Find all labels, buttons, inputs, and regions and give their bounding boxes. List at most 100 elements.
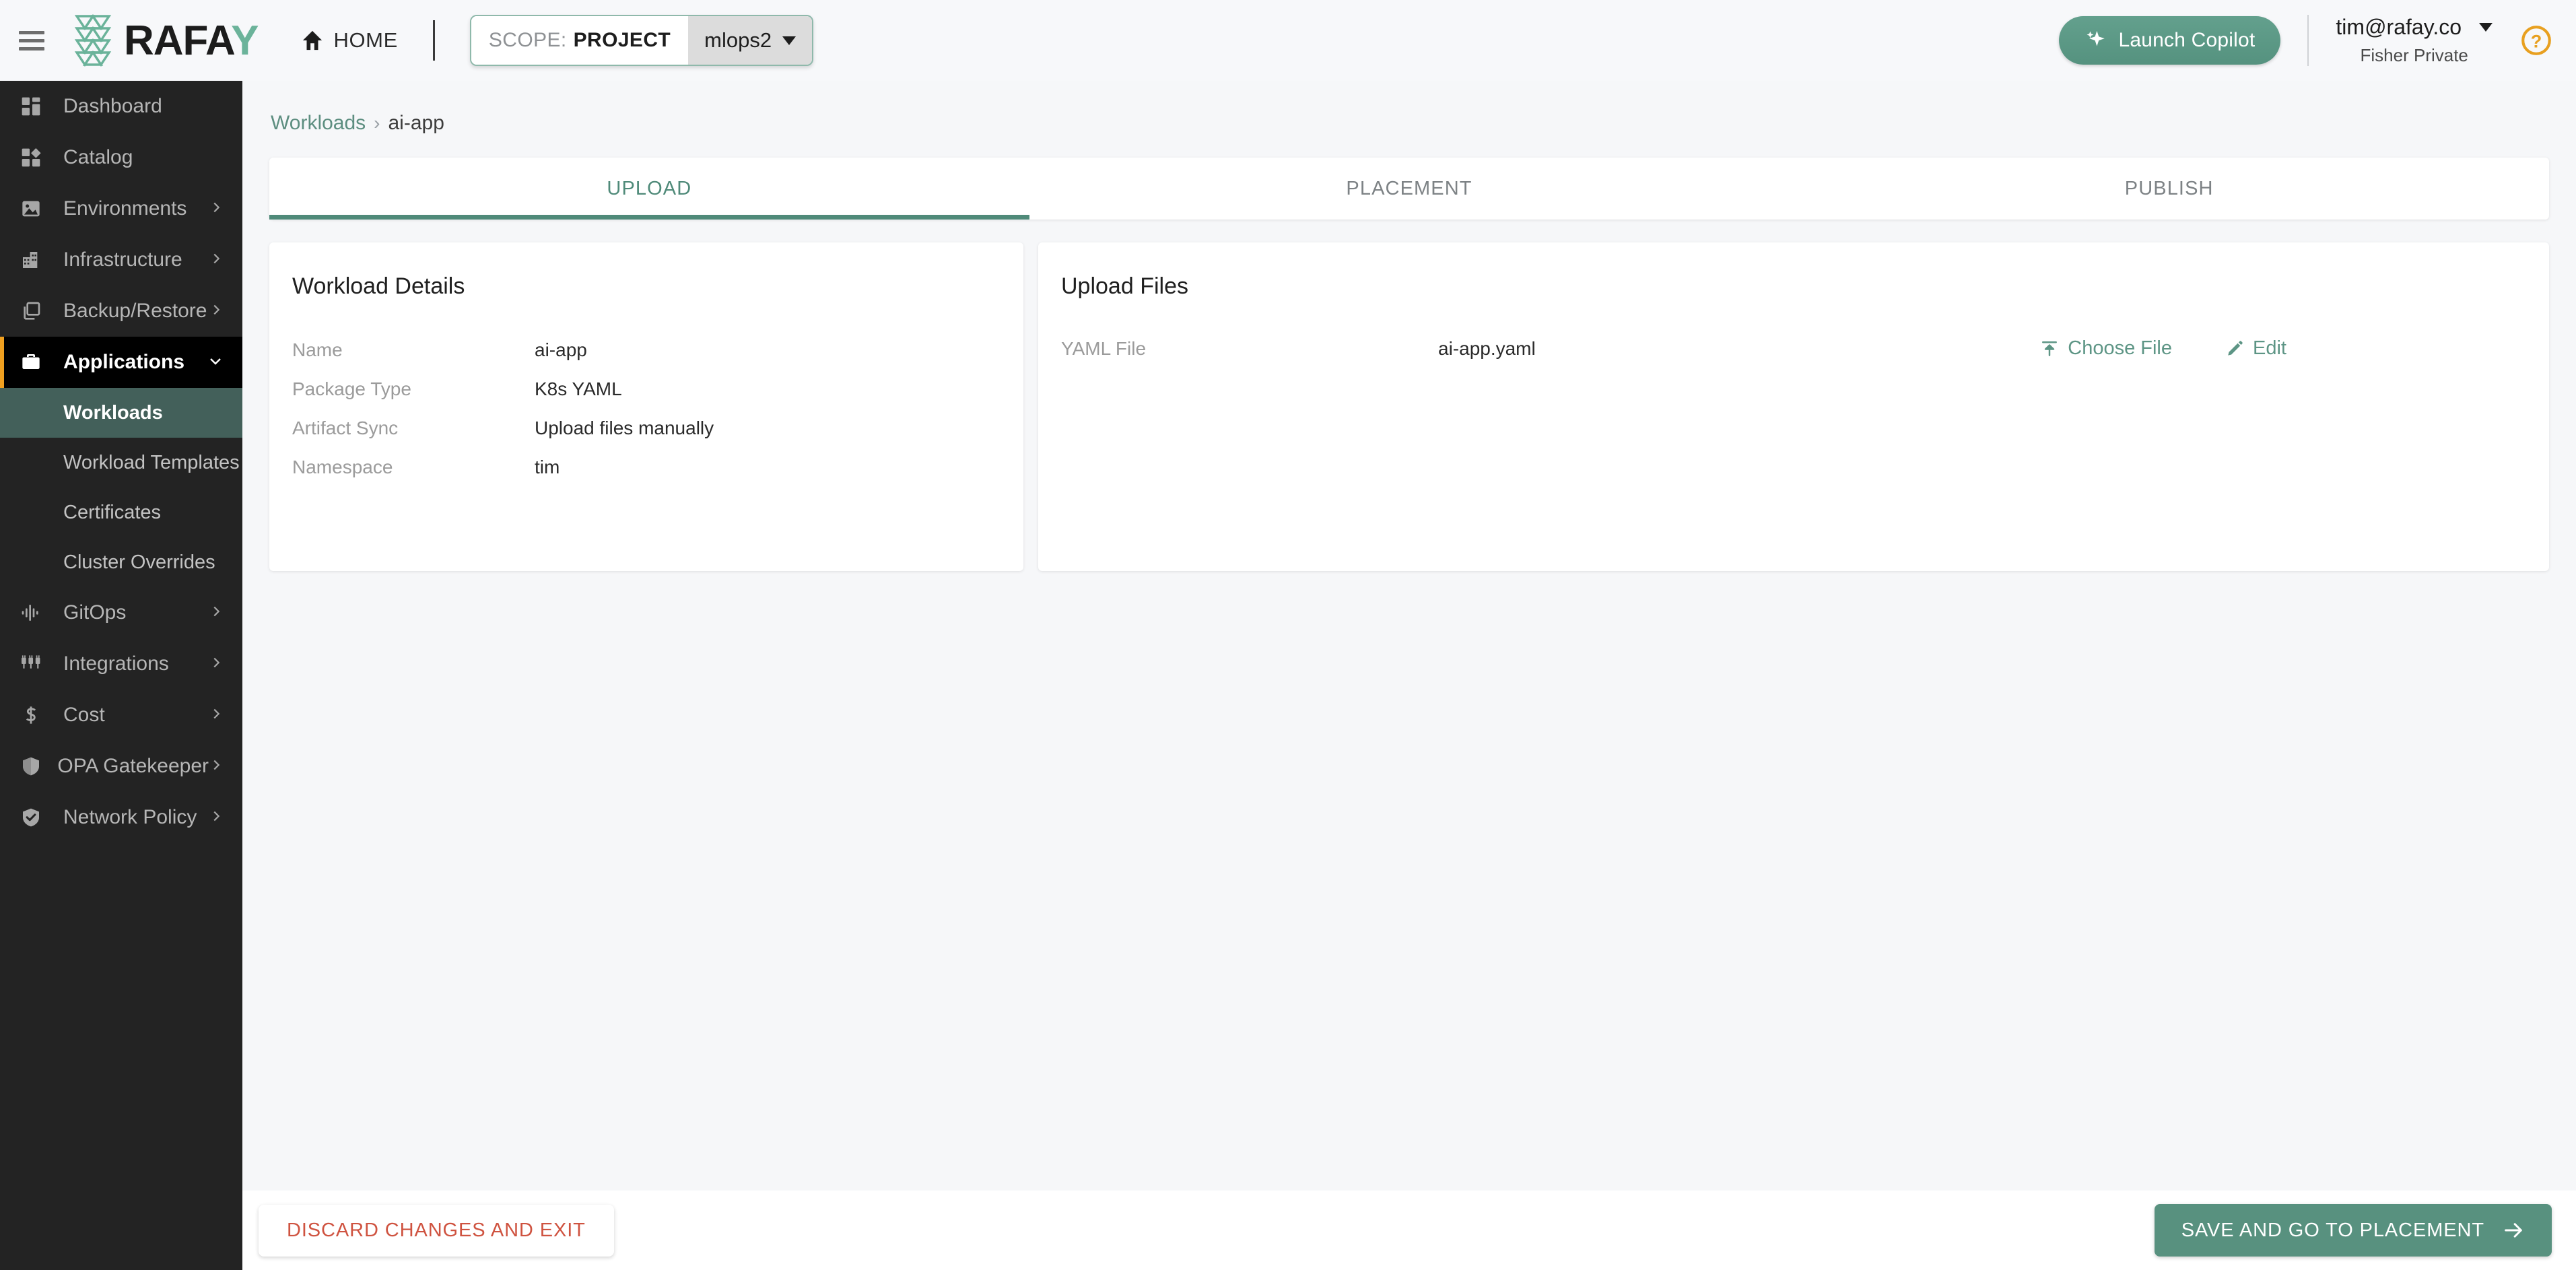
rafay-logo-text: RAFAY (124, 17, 259, 65)
field-value: Upload files manually (535, 417, 714, 438)
shield-check-icon (20, 807, 50, 828)
user-divider (2307, 15, 2309, 66)
user-email-row: tim@rafay.co (2336, 15, 2493, 40)
choose-file-label: Choose File (2068, 337, 2173, 359)
sidebar-subitem-label: Cluster Overrides (63, 551, 215, 573)
rafay-logo-mark (74, 13, 112, 67)
user-menu[interactable]: tim@rafay.co Fisher Private (2336, 15, 2493, 66)
sidebar-item-opa-gatekeeper[interactable]: OPA Gatekeeper (0, 741, 242, 792)
main-content: Workloads › ai-app UPLOAD PLACEMENT PUBL… (242, 81, 2576, 1191)
sidebar-item-network-policy[interactable]: Network Policy (0, 792, 242, 843)
svg-text:?: ? (2531, 30, 2542, 51)
save-and-go-to-placement-button[interactable]: SAVE AND GO TO PLACEMENT (2154, 1204, 2552, 1257)
help-circle-icon[interactable]: ? (2519, 24, 2553, 57)
file-actions: Choose File Edit (2041, 337, 2526, 360)
breadcrumb-current: ai-app (388, 112, 444, 134)
yaml-file-label: YAML File (1061, 337, 1147, 359)
sidebar-item-cost[interactable]: Cost (0, 690, 242, 741)
dashboard-icon (20, 96, 50, 117)
briefcase-icon (20, 352, 50, 373)
project-name: mlops2 (704, 28, 772, 52)
tab-placement[interactable]: PLACEMENT (1029, 158, 1790, 220)
sidebar-item-catalog[interactable]: Catalog (0, 132, 242, 183)
upload-icon (2042, 341, 2058, 356)
arrow-right-icon (2505, 1223, 2522, 1238)
logo-text-tail: Y (231, 17, 259, 64)
sidebar-item-integrations[interactable]: Integrations (0, 638, 242, 690)
sidebar-subitem-label: Workloads (63, 401, 163, 424)
sidebar-item-backup-restore[interactable]: Backup/Restore (0, 286, 242, 337)
plugs-icon (20, 653, 50, 675)
field-label: Artifact Sync (292, 417, 399, 438)
sidebar: Dashboard Catalog Environments Infrastru… (0, 81, 242, 1270)
sidebar-item-gitops[interactable]: GitOps (0, 587, 242, 638)
sidebar-item-label: OPA Gatekeeper (57, 755, 209, 777)
yaml-file-row: YAML File ai-app.yaml Choose File Edit (1061, 337, 2526, 360)
launch-copilot-button[interactable]: Launch Copilot (2059, 16, 2281, 65)
project-dropdown[interactable]: mlops2 (688, 16, 813, 65)
sidebar-item-workload-templates[interactable]: Workload Templates (0, 438, 242, 488)
footer-bar: DISCARD CHANGES AND EXIT SAVE AND GO TO … (242, 1191, 2576, 1270)
home-icon (303, 30, 323, 51)
detail-row-name: Name ai-app (292, 337, 1001, 363)
sidebar-item-label: Catalog (63, 146, 133, 168)
user-email: tim@rafay.co (2336, 15, 2462, 39)
discard-changes-and-exit-button[interactable]: DISCARD CHANGES AND EXIT (259, 1204, 614, 1257)
dollar-icon (20, 704, 50, 726)
image-icon (20, 198, 50, 220)
building-icon (20, 249, 50, 271)
choose-file-button[interactable]: Choose File (2041, 337, 2172, 360)
shield-icon (20, 756, 44, 777)
rafay-logo[interactable]: RAFAY (67, 13, 259, 67)
field-value: ai-app (535, 339, 587, 360)
sidebar-item-infrastructure[interactable]: Infrastructure (0, 234, 242, 286)
sidebar-item-certificates[interactable]: Certificates (0, 488, 242, 537)
topbar-right-group: Launch Copilot tim@rafay.co Fisher Priva… (2059, 15, 2576, 66)
sidebar-item-applications[interactable]: Applications (0, 337, 242, 388)
sidebar-item-dashboard[interactable]: Dashboard (0, 81, 242, 132)
waveform-icon (20, 602, 50, 624)
launch-copilot-label: Launch Copilot (2118, 29, 2256, 51)
catalog-icon (20, 147, 50, 168)
breadcrumb-separator: › (374, 112, 380, 133)
sidebar-item-environments[interactable]: Environments (0, 183, 242, 234)
sidebar-item-label: GitOps (63, 601, 127, 624)
sidebar-item-label: Applications (63, 351, 185, 373)
sidebar-item-workloads[interactable]: Workloads (0, 388, 242, 438)
scope-selector[interactable]: SCOPE: PROJECT mlops2 (469, 15, 814, 66)
chevron-right-icon (209, 200, 224, 218)
sidebar-item-label: Network Policy (63, 806, 197, 828)
detail-row-namespace: Namespace tim (292, 455, 1001, 480)
user-org: Fisher Private (2360, 45, 2468, 65)
home-link[interactable]: HOME (301, 28, 397, 53)
copy-icon (20, 300, 50, 322)
panel-title: Upload Files (1061, 273, 1188, 299)
wizard-tabs: UPLOAD PLACEMENT PUBLISH (269, 158, 2549, 220)
scope-key: SCOPE: (488, 29, 567, 51)
tab-upload[interactable]: UPLOAD (269, 158, 1029, 220)
scope-value: PROJECT (573, 29, 671, 51)
chevron-down-icon (782, 36, 796, 45)
scope-label-group: SCOPE: PROJECT (471, 16, 689, 65)
breadcrumb: Workloads › ai-app (242, 81, 2576, 135)
sidebar-subitem-label: Workload Templates (63, 451, 240, 473)
chevron-right-icon (209, 809, 224, 827)
sidebar-item-cluster-overrides[interactable]: Cluster Overrides (0, 537, 242, 587)
chevron-right-icon (209, 655, 224, 673)
sidebar-item-label: Backup/Restore (63, 300, 207, 322)
logo-text-head: RAFA (124, 17, 232, 64)
tab-label: PLACEMENT (1346, 177, 1472, 199)
sidebar-item-label: Environments (63, 197, 187, 220)
sidebar-subitem-label: Certificates (63, 501, 162, 523)
tab-publish[interactable]: PUBLISH (1789, 158, 2549, 220)
hamburger-icon[interactable] (19, 24, 51, 57)
chevron-right-icon (209, 758, 224, 776)
chevron-down-icon (2479, 23, 2493, 32)
field-value: tim (535, 457, 560, 477)
save-label: SAVE AND GO TO PLACEMENT (2181, 1219, 2484, 1241)
breadcrumb-workloads-link[interactable]: Workloads (271, 112, 366, 135)
panels-row: Workload Details Name ai-app Package Typ… (269, 242, 2549, 571)
panel-title: Workload Details (292, 273, 465, 299)
upload-files-panel: Upload Files YAML File ai-app.yaml Choos… (1038, 242, 2549, 571)
edit-button[interactable]: Edit (2226, 337, 2286, 360)
